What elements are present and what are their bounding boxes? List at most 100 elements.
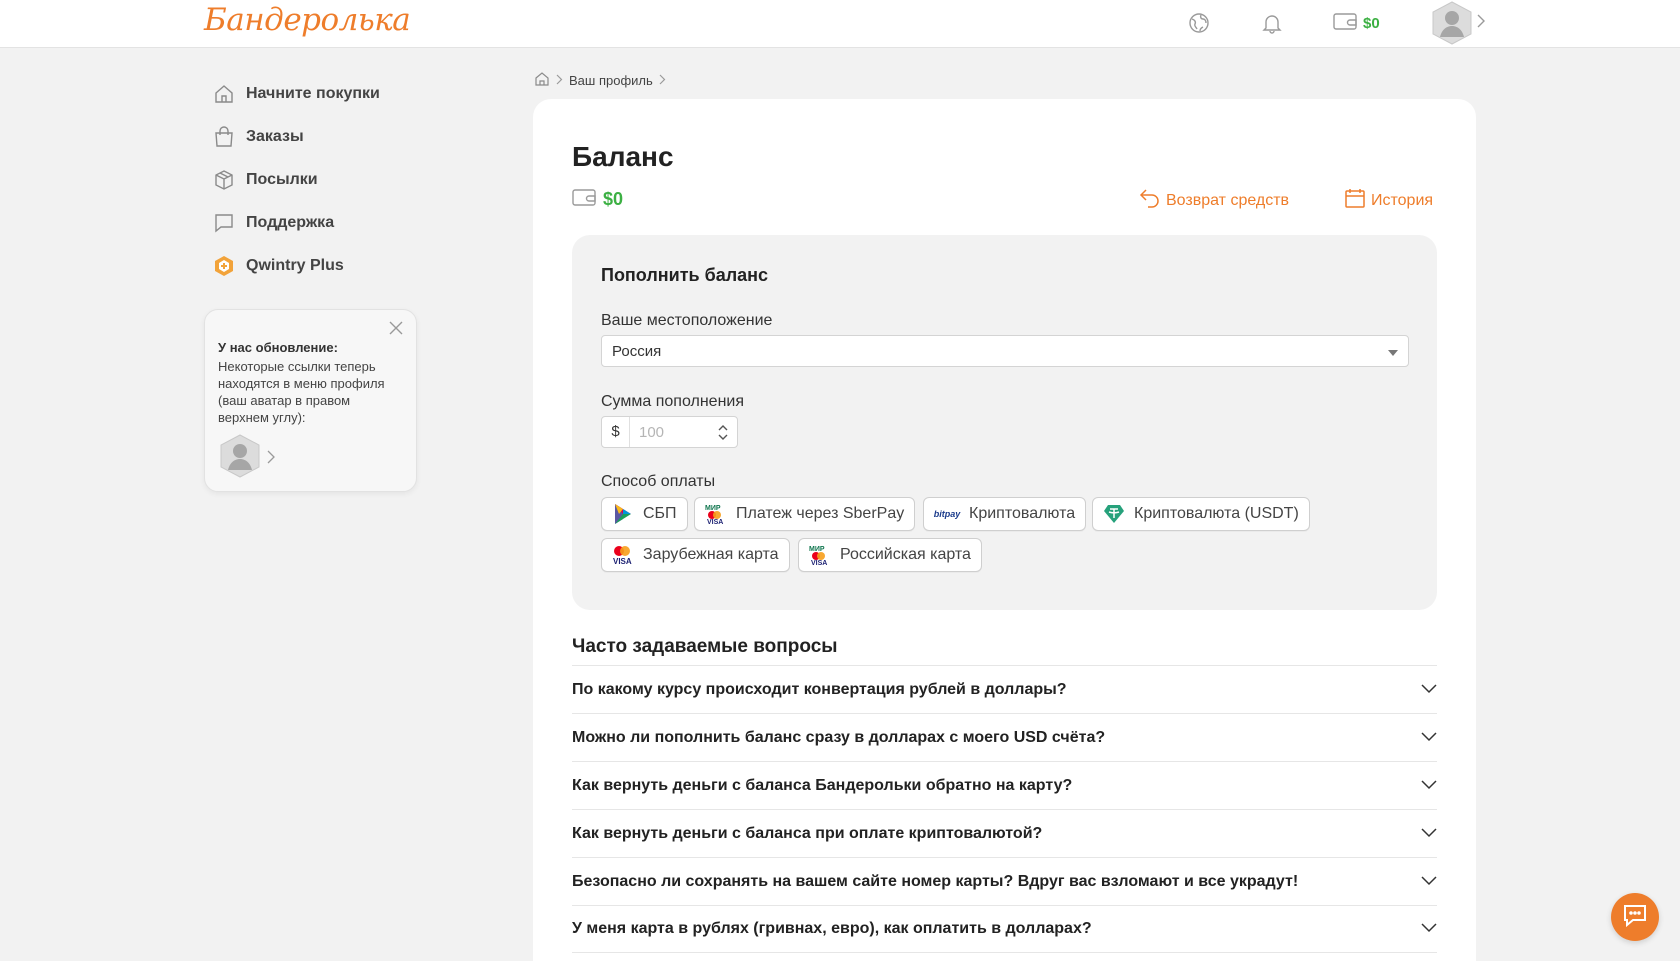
balance-card: Баланс $0 Возврат средств История Пополн… — [533, 99, 1476, 961]
pay-method-crypto[interactable]: bitpay Криптовалюта — [923, 497, 1087, 531]
chevron-right-icon — [556, 73, 563, 88]
svg-text:VISA: VISA — [811, 560, 827, 566]
chevron-down-icon — [1421, 681, 1437, 699]
wallet-icon — [1333, 11, 1357, 36]
notice-title: У нас обновление: — [218, 340, 338, 355]
faq-title: Часто задаваемые вопросы — [572, 636, 838, 657]
header-wallet[interactable]: $0 — [1333, 11, 1380, 36]
amount-field: $ — [601, 416, 738, 448]
chevron-down-icon — [1421, 777, 1437, 795]
number-stepper[interactable] — [718, 424, 728, 446]
chevron-right-icon[interactable] — [1476, 13, 1486, 34]
logo[interactable]: Бандеролька — [204, 2, 411, 38]
sidebar-item-label: Qwintry Plus — [246, 256, 344, 274]
sidebar-item-label: Заказы — [246, 127, 304, 145]
header-wallet-amount: $0 — [1363, 15, 1380, 32]
svg-text:МИР: МИР — [705, 505, 721, 512]
update-notice: У нас обновление: Некоторые ссылки тепер… — [204, 309, 417, 492]
breadcrumb-profile[interactable]: Ваш профиль — [569, 73, 653, 88]
location-value: Россия — [612, 342, 662, 360]
chevron-down-icon — [1421, 920, 1437, 938]
notice-text: Некоторые ссылки теперь находятся в меню… — [218, 359, 385, 425]
location-label: Ваше местоположение — [601, 312, 773, 329]
tether-icon — [1103, 503, 1125, 525]
faq-question: У меня карта в рублях (гривнах, евро), к… — [572, 920, 1092, 937]
chevron-down-icon — [1421, 825, 1437, 843]
faq-item[interactable]: Можно ли пополнить баланс сразу в доллар… — [572, 713, 1437, 761]
pay-method-foreign-card[interactable]: VISA Зарубежная карта — [601, 538, 790, 572]
topup-title: Пополнить баланс — [601, 265, 769, 285]
mastercard-visa-icon: VISA — [612, 544, 634, 566]
refund-label: Возврат средств — [1166, 191, 1290, 209]
pay-method-label: Зарубежная карта — [643, 546, 779, 563]
calendar-icon — [1344, 187, 1366, 214]
refund-link[interactable]: Возврат средств — [1139, 187, 1289, 214]
box-icon — [212, 168, 236, 192]
chevron-down-icon — [1421, 729, 1437, 747]
sidebar-item-orders[interactable]: Заказы — [212, 115, 432, 158]
avatar[interactable] — [1431, 1, 1473, 45]
chevron-right-icon — [659, 73, 666, 88]
shopping-bag-icon — [212, 125, 236, 149]
sidebar-item-shopping[interactable]: Начните покупки — [212, 72, 432, 115]
chat-bubble-icon — [212, 211, 236, 235]
sbp-icon — [612, 503, 634, 525]
sidebar-item-parcels[interactable]: Посылки — [212, 158, 432, 201]
pay-method-label: Криптовалюта (USDT) — [1134, 505, 1299, 522]
faq-item[interactable]: Безопасно ли сохранять на вашем сайте но… — [572, 857, 1437, 905]
sidebar-item-label: Поддержка — [246, 213, 335, 231]
location-select[interactable]: Россия — [601, 335, 1409, 367]
pay-method-label: Платеж через SberPay — [736, 505, 905, 522]
faq-item[interactable]: По какому курсу происходит конвертация р… — [572, 665, 1437, 713]
faq-question: Как вернуть деньги с баланса при оплате … — [572, 824, 1043, 842]
pay-method-label: СБП — [643, 505, 677, 522]
pay-method-sberpay[interactable]: МИР VISA Платеж через SberPay — [694, 497, 916, 531]
faq-question: Можно ли пополнить баланс сразу в доллар… — [572, 728, 1106, 746]
faq-list: По какому курсу происходит конвертация р… — [572, 665, 1437, 953]
faq-item[interactable]: Как вернуть деньги с баланса при оплате … — [572, 809, 1437, 857]
pay-method-russian-card[interactable]: МИР VISA Российская карта — [798, 538, 982, 572]
currency-symbol: $ — [602, 417, 630, 447]
breadcrumb: Ваш профиль — [534, 71, 666, 90]
close-icon[interactable] — [388, 320, 404, 336]
page-title: Баланс — [572, 141, 674, 172]
faq-question: По какому курсу происходит конвертация р… — [572, 680, 1067, 698]
amount-input[interactable] — [639, 423, 719, 441]
svg-text:VISA: VISA — [707, 519, 723, 525]
sidebar-item-label: Начните покупки — [246, 84, 380, 102]
wallet-icon — [572, 187, 596, 212]
pay-method-sbp[interactable]: СБП — [601, 497, 688, 531]
payment-method-label: Способ оплаты — [601, 473, 716, 490]
globe-icon[interactable] — [1186, 10, 1212, 36]
bitpay-logo-text: bitpay — [933, 509, 961, 519]
history-link[interactable]: История — [1344, 187, 1433, 214]
mir-visa-icon: МИР VISA — [809, 544, 831, 566]
topup-panel: Пополнить баланс Ваше местоположение Рос… — [572, 235, 1437, 610]
home-icon[interactable] — [534, 71, 550, 90]
sidebar-item-label: Посылки — [246, 170, 318, 188]
pay-method-label: Российская карта — [840, 546, 971, 563]
sidebar-nav: Начните покупки Заказы Посылки Поддержка… — [212, 72, 432, 287]
chevron-right-icon — [267, 450, 275, 469]
faq-question: Безопасно ли сохранять на вашем сайте но… — [572, 872, 1299, 890]
pay-method-usdt[interactable]: Криптовалюта (USDT) — [1092, 497, 1310, 531]
faq-item[interactable]: У меня карта в рублях (гривнах, евро), к… — [572, 905, 1437, 953]
undo-arrow-icon — [1139, 187, 1161, 214]
mir-visa-icon: МИР VISA — [705, 503, 727, 525]
avatar-icon — [219, 434, 261, 478]
chevron-down-icon — [1421, 873, 1437, 891]
pay-method-label: Криптовалюта — [969, 505, 1076, 522]
history-label: История — [1371, 191, 1434, 209]
faq-item[interactable]: Как вернуть деньги с баланса Бандерольки… — [572, 761, 1437, 809]
sidebar-item-support[interactable]: Поддержка — [212, 201, 432, 244]
balance-amount-row: $0 — [572, 187, 623, 212]
support-chat-button[interactable] — [1611, 893, 1659, 941]
qwintry-plus-icon — [212, 254, 236, 278]
balance-amount: $0 — [603, 189, 624, 209]
home-icon — [212, 82, 236, 106]
bell-icon[interactable] — [1259, 10, 1285, 36]
sidebar-item-qwintry-plus[interactable]: Qwintry Plus — [212, 244, 432, 287]
chat-icon — [1622, 903, 1648, 932]
faq-question: Как вернуть деньги с баланса Бандерольки… — [572, 776, 1073, 794]
bitpay-icon: bitpay — [933, 503, 961, 525]
